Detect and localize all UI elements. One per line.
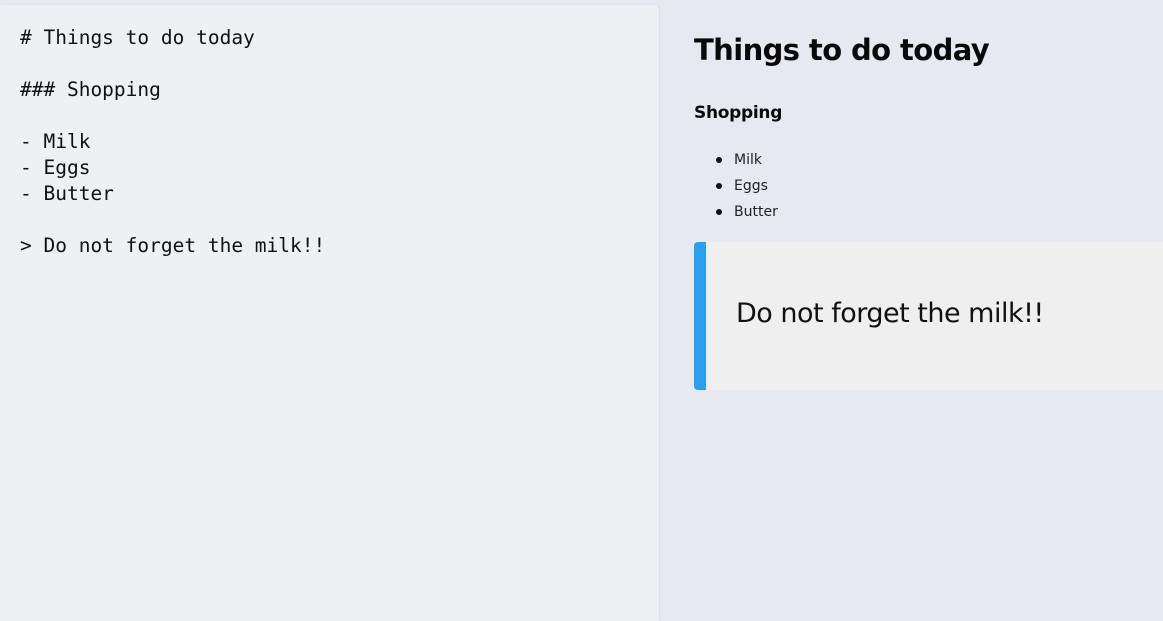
preview-subheading: Shopping — [694, 103, 783, 123]
editor-line: - Milk — [20, 130, 91, 153]
markdown-editor-app: # Things to do today ### Shopping - Milk… — [0, 0, 1163, 621]
list-item: Butter — [716, 199, 778, 225]
editor-line: - Eggs — [20, 156, 91, 179]
list-item-label: Milk — [734, 152, 762, 168]
bullet-icon — [716, 209, 722, 215]
bullet-icon — [716, 183, 722, 189]
list-item-label: Butter — [734, 204, 778, 220]
preview-blockquote: Do not forget the milk!! — [694, 242, 1163, 390]
list-item: Eggs — [716, 173, 778, 199]
markdown-preview-pane: Things to do today Shopping Milk Eggs Bu… — [660, 0, 1163, 621]
editor-line: - Butter — [20, 182, 114, 205]
preview-title: Things to do today — [694, 33, 990, 67]
list-item: Milk — [716, 147, 778, 173]
blockquote-text: Do not forget the milk!! — [736, 298, 1044, 329]
preview-list: Milk Eggs Butter — [716, 147, 778, 225]
list-item-label: Eggs — [734, 178, 768, 194]
editor-line: ### Shopping — [20, 78, 161, 101]
editor-line: > Do not forget the milk!! — [20, 234, 326, 257]
markdown-source-text[interactable]: # Things to do today ### Shopping - Milk… — [20, 25, 639, 259]
markdown-editor-pane[interactable]: # Things to do today ### Shopping - Milk… — [0, 5, 659, 621]
editor-line: # Things to do today — [20, 26, 255, 49]
bullet-icon — [716, 157, 722, 163]
